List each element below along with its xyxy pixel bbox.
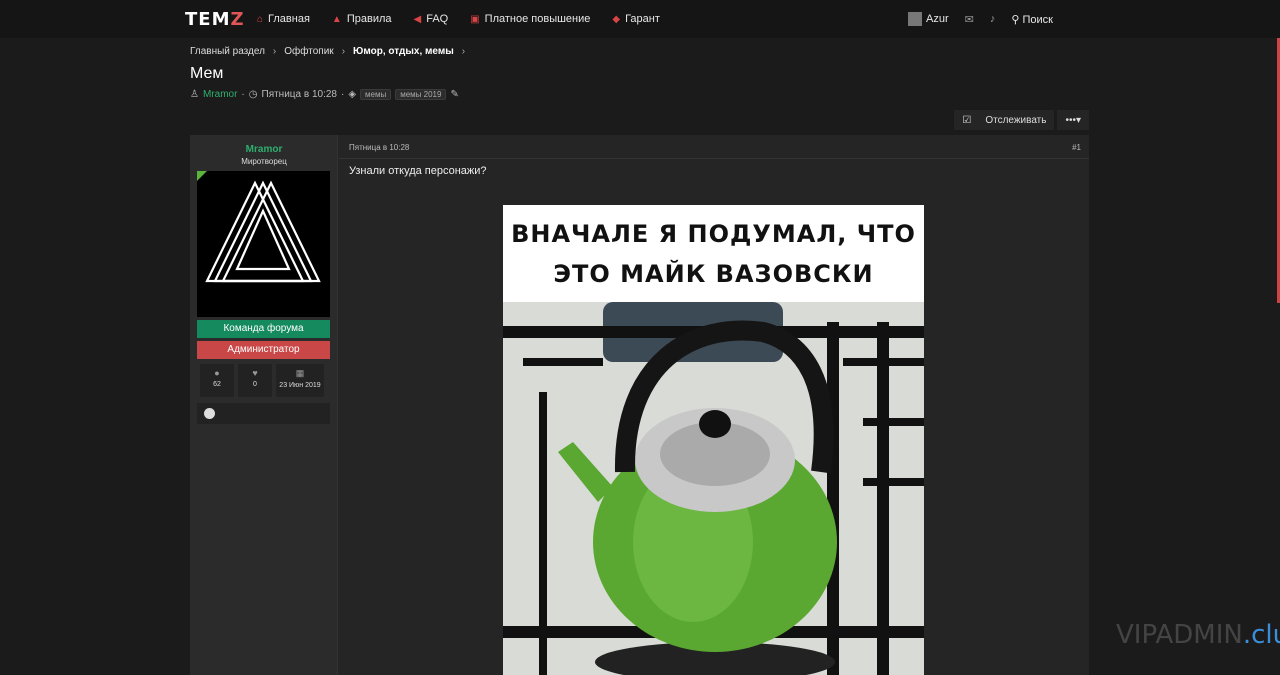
kettle-photo	[503, 302, 924, 675]
calendar-icon: ▦	[295, 368, 305, 378]
post-message: Mramor Миротворец Команда форума Админис…	[190, 135, 1089, 675]
bullhorn-icon: ◀	[413, 13, 422, 25]
breadcrumb: Главный раздел › Оффтопик › Юмор, отдых,…	[190, 46, 465, 57]
heart-icon: ♥	[252, 368, 258, 378]
post-author-name[interactable]: Mramor	[190, 144, 338, 155]
chevron-right-icon: ›	[341, 46, 346, 57]
telegram-icon[interactable]	[204, 408, 215, 419]
triangle-logo	[205, 180, 321, 283]
meme-image[interactable]: ВНАЧАЛЕ Я ПОДУМАЛ, ЧТО ЭТО МАЙК ВАЗОВСКИ	[503, 205, 924, 675]
nav-item-guarantor[interactable]: ◆ Гарант	[612, 13, 660, 25]
envelope-icon[interactable]: ✉	[965, 13, 974, 26]
breadcrumb-main-section[interactable]: Главный раздел	[190, 46, 265, 57]
main-nav: ⌂ Главная ▲ Правила ◀ FAQ ▣ Платное повышени…	[257, 0, 660, 38]
checkbox-icon: ☑	[962, 114, 972, 126]
chevron-right-icon: ›	[461, 46, 466, 57]
chevron-right-icon: ›	[272, 46, 277, 57]
nav-item-faq[interactable]: ◀ FAQ	[414, 13, 449, 25]
watermark: VIPADMIN.club	[1116, 620, 1280, 650]
account-menu[interactable]: Azur	[908, 12, 949, 26]
thread-author-link[interactable]: Mramor	[203, 89, 237, 100]
search-button[interactable]: ⚲ Поиск	[1011, 13, 1053, 26]
nav-item-home[interactable]: ⌂ Главная	[257, 13, 310, 25]
top-navigation-bar: TEMZ ⌂ Главная ▲ Правила ◀ FAQ ▣ Платное пов…	[0, 0, 1280, 38]
user-title: Миротворец	[241, 157, 287, 166]
banner-administrator: Администратор	[197, 341, 330, 359]
tags-icon: ◈	[348, 89, 357, 100]
nav-item-paid-upgrade[interactable]: ▣ Платное повышение	[470, 13, 590, 25]
watch-button[interactable]: ☑ Отслеживать	[954, 110, 1055, 130]
nav-item-rules[interactable]: ▲ Правила	[332, 13, 392, 25]
post-number-link[interactable]: #1	[1072, 143, 1081, 152]
search-icon: ⚲	[1011, 13, 1020, 26]
meme-caption: ВНАЧАЛЕ Я ПОДУМАЛ, ЧТО ЭТО МАЙК ВАЗОВСКИ	[503, 205, 924, 302]
post-time[interactable]: Пятница в 10:28	[349, 143, 409, 152]
user-avatar	[908, 12, 923, 26]
clock-icon: ◷	[248, 89, 258, 100]
user-nav: Azur ✉ ♪ ⚲ Поиск	[908, 0, 1053, 38]
home-icon: ⌂	[257, 13, 264, 25]
post-text: Узнали откуда персонажи?	[349, 165, 487, 177]
user-icon: ♙	[190, 89, 199, 100]
tag-memes-2019[interactable]: мемы 2019	[395, 89, 447, 100]
bell-icon[interactable]: ♪	[990, 13, 996, 25]
money-icon: ▣	[470, 13, 480, 25]
shield-icon: ◆	[612, 13, 621, 25]
avatar[interactable]	[197, 171, 330, 317]
user-stats: ● 62 ♥ 0 ▦ 23 Июн 2019	[200, 364, 324, 397]
stat-likes[interactable]: ♥ 0	[238, 364, 272, 397]
post-user-sidebar: Mramor Миротворец Команда форума Админис…	[190, 135, 338, 675]
divider	[339, 158, 1089, 159]
online-indicator	[197, 171, 207, 181]
thread-date[interactable]: Пятница в 10:28	[262, 89, 337, 100]
breadcrumb-humor[interactable]: Юмор, отдых, мемы	[353, 46, 454, 57]
thread-meta: ♙ Mramor · ◷ Пятница в 10:28 · ◈ мемы ме…	[190, 89, 459, 100]
tag-memes[interactable]: мемы	[360, 89, 392, 100]
thread-actions: ☑ Отслеживать •••▾	[954, 110, 1089, 130]
comments-icon: ●	[214, 368, 220, 378]
banner-forum-team: Команда форума	[197, 320, 330, 338]
stat-messages[interactable]: ● 62	[200, 364, 234, 397]
breadcrumb-offtopic[interactable]: Оффтопик	[284, 46, 333, 57]
pencil-icon[interactable]: ✎	[450, 89, 458, 100]
more-options-button[interactable]: •••▾	[1057, 110, 1089, 130]
stat-joined: ▦ 23 Июн 2019	[276, 364, 324, 397]
ellipsis-icon: •••▾	[1065, 114, 1081, 126]
user-social-links	[197, 403, 330, 424]
page-title: Мем	[190, 65, 224, 82]
graduation-cap-icon: ▲	[331, 13, 342, 25]
post-content: Пятница в 10:28 #1 Узнали откуда персона…	[339, 135, 1089, 675]
site-logo[interactable]: TEMZ	[185, 9, 245, 30]
